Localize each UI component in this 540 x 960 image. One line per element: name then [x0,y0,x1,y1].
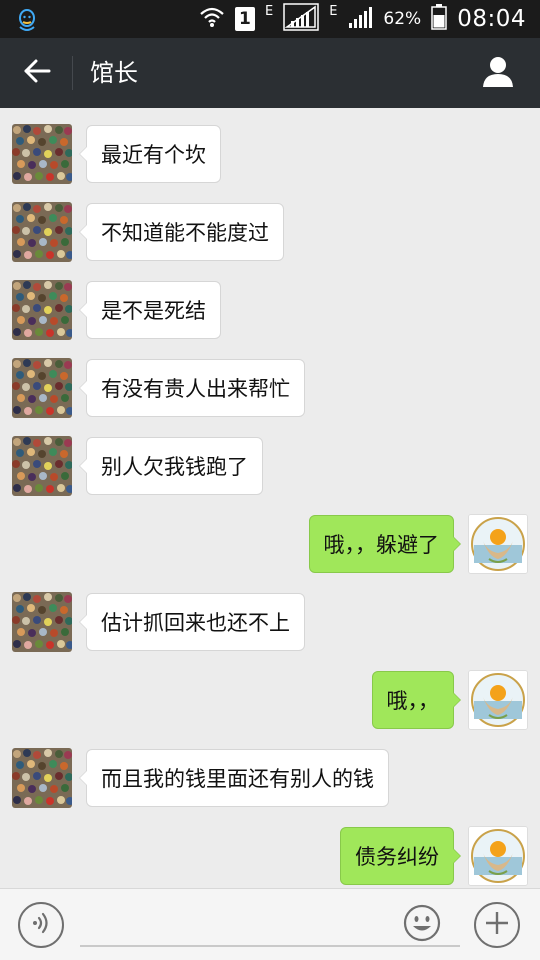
message-outgoing: 债务纠纷 [0,826,540,888]
message-incoming: 估计抓回来也还不上 [0,592,540,654]
contact-avatar[interactable] [12,592,72,652]
message-bubble[interactable]: 而且我的钱里面还有别人的钱 [79,749,389,807]
contact-avatar[interactable] [12,202,72,262]
signal-icon-1 [283,2,319,36]
network-type-2: E [329,4,338,19]
message-incoming: 不知道能不能度过 [0,202,540,264]
message-incoming: 最近有个坎 [0,124,540,186]
message-bubble[interactable]: 有没有贵人出来帮忙 [79,359,305,417]
message-bubble[interactable]: 债务纠纷 [340,827,461,885]
message-bubble[interactable]: 是不是死结 [79,281,221,339]
status-bar: 1 E E 62% 08:04 [0,0,540,38]
sim-slot-badge: 1 [234,7,255,31]
arrow-left-icon [23,59,51,87]
network-type-1: E [264,4,274,19]
message-bubble[interactable]: 不知道能不能度过 [79,203,284,261]
voice-icon [29,911,53,939]
message-bubble[interactable]: 别人欠我钱跑了 [79,437,263,495]
contact-avatar[interactable] [12,436,72,496]
title-divider [72,56,73,90]
voice-button[interactable] [18,902,64,948]
my-avatar[interactable] [468,514,528,574]
battery-icon [431,3,447,35]
message-incoming: 而且我的钱里面还有别人的钱 [0,748,540,810]
wifi-icon [199,6,225,33]
title-bar: 馆长 [0,38,540,108]
profile-button[interactable] [478,52,518,94]
qq-notification-icon [14,7,40,33]
smiley-icon [403,904,441,946]
chat-title: 馆长 [90,59,138,87]
person-icon [482,55,514,91]
message-incoming: 别人欠我钱跑了 [0,436,540,498]
contact-avatar[interactable] [12,124,72,184]
contact-avatar[interactable] [12,280,72,340]
status-icons: 1 E E 62% 08:04 [199,0,526,38]
plus-icon [484,910,510,940]
battery-percent: 62% [383,9,422,29]
message-incoming: 有没有贵人出来帮忙 [0,358,540,420]
emoji-button[interactable] [403,904,441,942]
message-incoming: 是不是死结 [0,280,540,342]
message-bubble[interactable]: 估计抓回来也还不上 [79,593,305,651]
contact-avatar[interactable] [12,748,72,808]
more-button[interactable] [474,902,520,948]
my-avatar[interactable] [468,670,528,730]
message-outgoing: 哦，，躲避了 [0,514,540,576]
message-bubble[interactable]: 哦，，躲避了 [308,515,461,573]
message-outgoing: 哦，， [0,670,540,732]
input-bar [0,888,540,960]
back-button[interactable] [14,50,60,96]
signal-icon-2 [347,5,373,34]
clock: 08:04 [457,6,526,32]
contact-avatar[interactable] [12,358,72,418]
message-bubble[interactable]: 哦，， [371,671,461,729]
my-avatar[interactable] [468,826,528,886]
chat-area[interactable]: 最近有个坎 不知道能不能度过 是不是死结 有没有贵人出来帮忙 别人欠我钱跑了 哦… [0,108,540,888]
message-bubble[interactable]: 最近有个坎 [79,125,221,183]
